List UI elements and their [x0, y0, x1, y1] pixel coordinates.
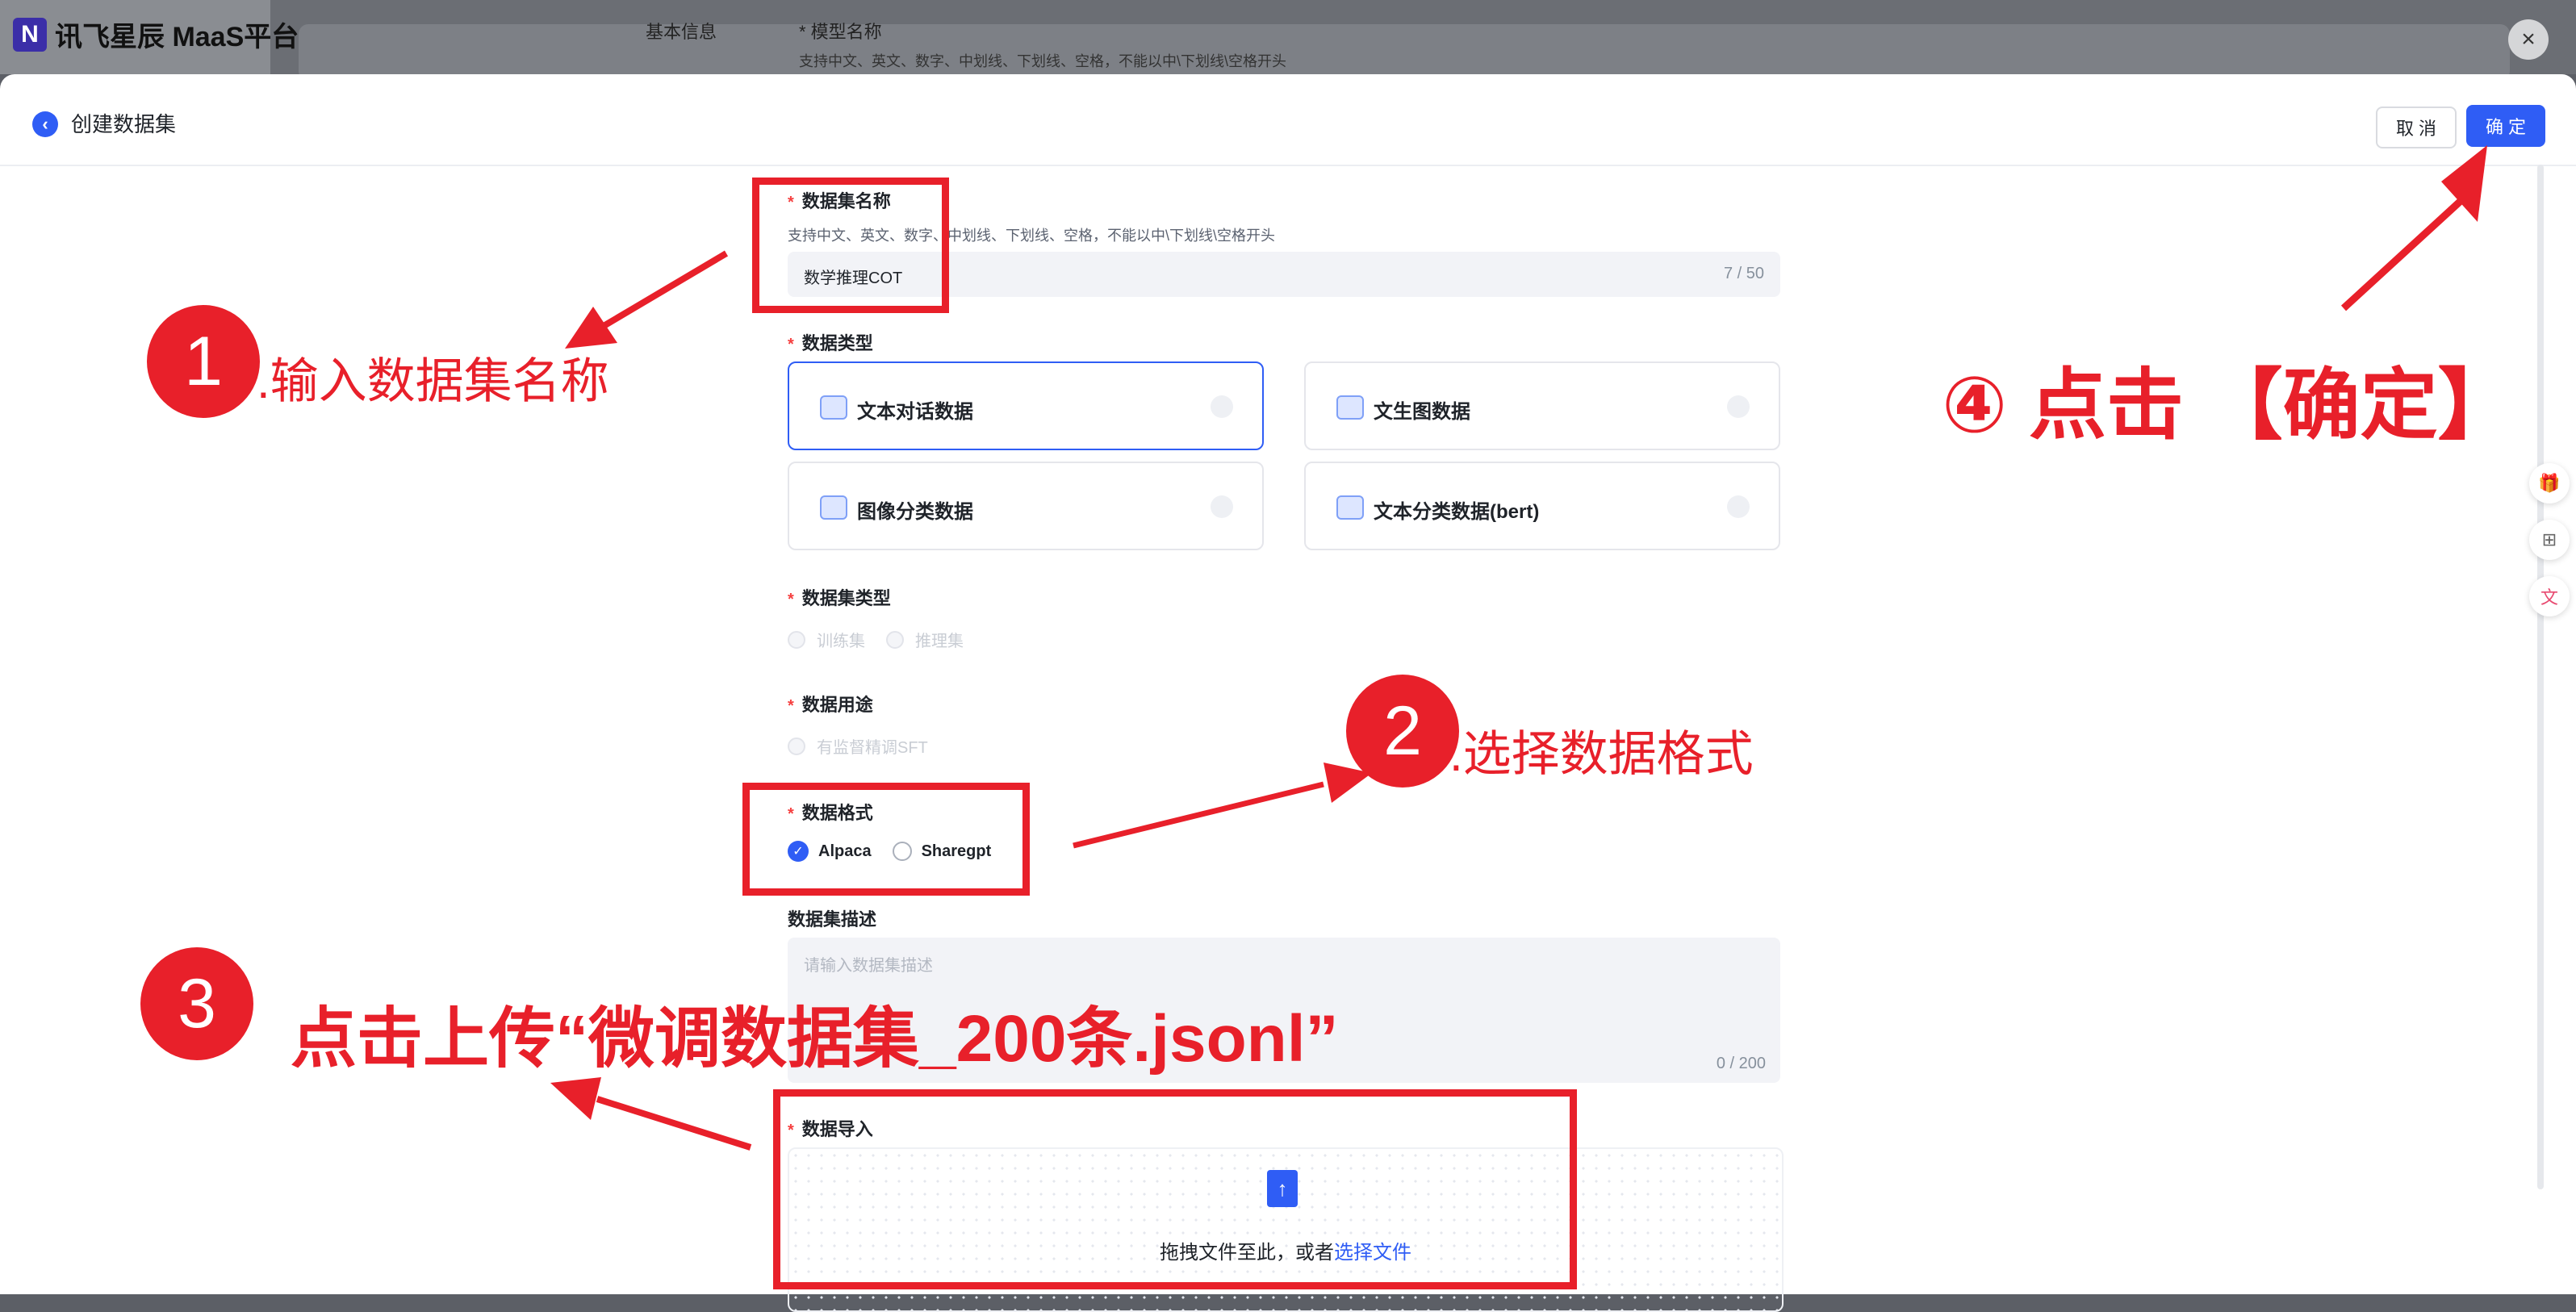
arrow-step3-head: [550, 1077, 601, 1120]
arrow-step2-head: [1324, 763, 1372, 803]
arrow-step3-line: [596, 1096, 752, 1151]
arrow-step2-line: [1073, 781, 1324, 849]
annotation-arrows: [550, 145, 2487, 1151]
arrow-step1-head: [565, 307, 617, 349]
arrow-step4-line: [2340, 198, 2463, 311]
arrow-step1-line: [601, 250, 729, 329]
